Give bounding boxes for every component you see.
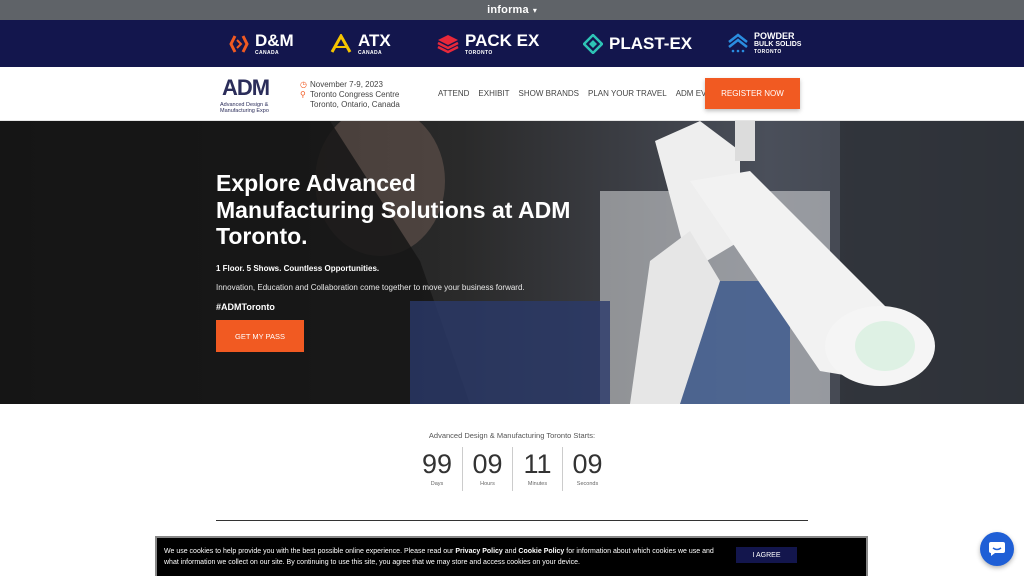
brand-atx-name: ATX — [358, 30, 391, 50]
plastex-logo-icon — [583, 33, 603, 54]
cookie-text-before: We use cookies to help provide you with … — [164, 548, 454, 555]
adm-logo-sub: Advanced Design & Manufacturing Expo — [220, 102, 269, 115]
event-date: November 7-9, 2023 — [310, 80, 383, 89]
event-info: ◷ November 7-9, 2023 ⚲ Toronto Congress … — [300, 80, 400, 110]
section-divider — [216, 520, 808, 521]
site-header: ADM Advanced Design & Manufacturing Expo… — [0, 67, 1024, 121]
brand-powder-line2: BULK SOLIDS — [754, 41, 802, 48]
hero-description: Innovation, Education and Collaboration … — [216, 283, 525, 292]
adm-logo-main: ADM — [222, 75, 270, 100]
countdown-hours: 09 Hours — [462, 447, 512, 491]
brand-dm-sub: CANADA — [255, 49, 280, 56]
brand-dm-link[interactable]: D&M CANADA — [229, 20, 294, 67]
countdown-minutes-label: Minutes — [527, 481, 548, 487]
nav-plan-your-travel[interactable]: PLAN YOUR TRAVEL — [588, 89, 667, 98]
clock-icon: ◷ — [300, 80, 307, 89]
brand-atx-link[interactable]: ATX CANADA — [330, 20, 391, 67]
hero-subtitle: 1 Floor. 5 Shows. Countless Opportunitie… — [216, 264, 380, 273]
nav-show-brands[interactable]: SHOW BRANDS — [519, 89, 579, 98]
packex-logo-icon — [437, 34, 459, 53]
countdown-seconds-value: 09 — [572, 449, 603, 479]
countdown-seconds-label: Seconds — [576, 481, 599, 487]
nav-exhibit[interactable]: EXHIBIT — [478, 89, 509, 98]
brand-powder-link[interactable]: POWDER BULK SOLIDS TORONTO — [727, 20, 801, 67]
informa-bar[interactable]: informa ▾ — [0, 0, 1024, 20]
brand-dm-name: D&M — [255, 30, 294, 50]
brand-plastex-link[interactable]: PLAST-EX — [583, 20, 692, 67]
cookie-text-and: and — [504, 548, 517, 555]
brand-plastex-name: PLAST-EX — [609, 34, 693, 53]
brand-packex-link[interactable]: PACK EX TORONTO — [437, 20, 539, 67]
register-now-button[interactable]: REGISTER NOW — [705, 78, 800, 109]
hero-banner: Explore Advanced Manufacturing Solutions… — [0, 121, 1024, 404]
brand-atx-sub: CANADA — [358, 49, 383, 56]
countdown-minutes: 11 Minutes — [512, 447, 562, 491]
countdown-timer: 99 Days 09 Hours 11 Minutes 09 Seconds — [412, 447, 612, 491]
chat-icon — [989, 542, 1005, 556]
countdown-hours-label: Hours — [480, 481, 495, 487]
informa-brand[interactable]: informa — [487, 4, 529, 16]
dm-logo-icon — [229, 34, 249, 53]
cookie-banner: We use cookies to help provide you with … — [155, 536, 868, 576]
countdown-seconds: 09 Seconds — [562, 447, 612, 491]
get-my-pass-button[interactable]: GET MY PASS — [216, 320, 304, 352]
cookie-policy-link[interactable]: Cookie Policy — [518, 548, 564, 555]
hero-title: Explore Advanced Manufacturing Solutions… — [216, 170, 571, 250]
adm-logo[interactable]: ADM Advanced Design & Manufacturing Expo — [220, 75, 290, 115]
powder-logo-icon — [728, 32, 748, 52]
chat-button[interactable] — [980, 532, 1014, 566]
chevron-down-icon[interactable]: ▾ — [533, 6, 537, 15]
countdown-days-label: Days — [430, 481, 444, 487]
countdown-minutes-value: 11 — [523, 449, 552, 479]
countdown-days: 99 Days — [412, 447, 462, 491]
countdown-hours-value: 09 — [472, 449, 503, 479]
brand-powder-sub: TORONTO — [754, 49, 782, 55]
brands-strip: D&M CANADA ATX CANADA PACK EX TORONTO PL… — [0, 20, 1024, 67]
nav-attend[interactable]: ATTEND — [438, 89, 469, 98]
main-nav: ATTEND EXHIBIT SHOW BRANDS PLAN YOUR TRA… — [438, 89, 737, 98]
brand-packex-name: PACK EX — [465, 30, 540, 50]
event-venue: Toronto Congress Centre — [310, 90, 400, 99]
i-agree-button[interactable]: I AGREE — [736, 547, 797, 563]
brand-powder-line1: POWDER — [754, 31, 795, 41]
countdown-label: Advanced Design & Manufacturing Toronto … — [428, 431, 596, 440]
hero-hashtag: #ADMToronto — [216, 302, 275, 312]
location-pin-icon: ⚲ — [300, 90, 306, 99]
countdown-days-value: 99 — [421, 449, 453, 479]
hero-background-image — [0, 121, 1024, 404]
brand-packex-sub: TORONTO — [465, 49, 493, 56]
event-city: Toronto, Ontario, Canada — [310, 100, 400, 109]
atx-logo-icon — [330, 33, 352, 53]
privacy-policy-link[interactable]: Privacy Policy — [455, 548, 502, 555]
cookie-text: We use cookies to help provide you with … — [164, 546, 724, 568]
